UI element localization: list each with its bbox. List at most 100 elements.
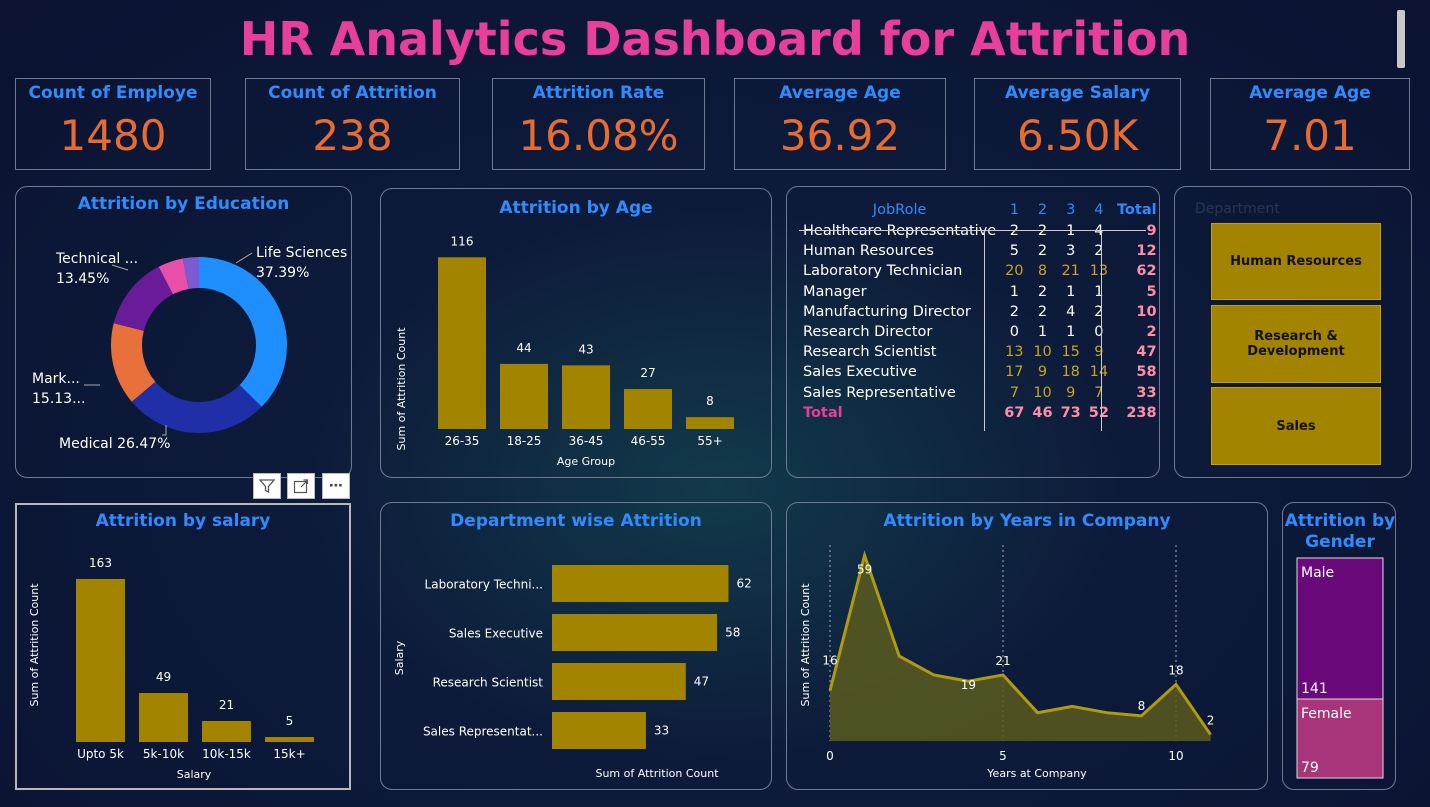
- matrix-header[interactable]: 2: [1028, 199, 1056, 221]
- matrix-column-divider: [984, 231, 985, 431]
- bar[interactable]: [552, 614, 718, 651]
- bar[interactable]: [552, 712, 646, 749]
- matrix-cell: 2: [1009, 223, 1019, 240]
- more-options-icon[interactable]: ⋯: [322, 473, 350, 499]
- slicer-item-sales[interactable]: Sales: [1211, 387, 1381, 465]
- matrix-row: Manufacturing Director 2 2 4 2 10: [799, 302, 1161, 322]
- kpi-value: 36.92: [779, 111, 901, 160]
- focus-mode-icon[interactable]: [287, 473, 315, 499]
- point-value-label: 59: [857, 562, 872, 576]
- matrix-cell: 46: [1032, 404, 1053, 421]
- gender-treemap: Male 141 Female 79: [1296, 557, 1384, 779]
- matrix-row-total: 33: [1136, 384, 1157, 401]
- age-bar-chart: Sum of Attrition Count Age Group 116 26-3…: [395, 234, 734, 468]
- matrix-cell: 9: [1094, 344, 1104, 361]
- matrix-column-divider: [1101, 231, 1102, 431]
- edu-label-life-sciences: Life Sciences 37.39%: [256, 245, 347, 281]
- kpi-average-years: Average Age 7.01: [1210, 78, 1410, 170]
- bar[interactable]: [202, 721, 251, 742]
- donut-slice[interactable]: [131, 381, 262, 433]
- bar-value-label: 163: [89, 556, 112, 570]
- edu-label-medical: Medical 26.47%: [59, 436, 170, 452]
- bar[interactable]: [76, 579, 125, 742]
- x-tick-label: 5k-10k: [143, 747, 184, 761]
- bar[interactable]: [265, 737, 314, 742]
- bar[interactable]: [552, 565, 729, 602]
- bar-value-label: 62: [736, 577, 751, 591]
- bar[interactable]: [552, 663, 686, 700]
- department-y-axis-label: Salary: [393, 640, 406, 675]
- bar-value-label: 43: [578, 342, 593, 356]
- filter-icon[interactable]: [253, 473, 281, 499]
- matrix-row-label: Total: [803, 404, 843, 421]
- slicer-item-human-resources[interactable]: Human Resources: [1211, 223, 1381, 300]
- department-bar-chart: Salary Sum of Attrition Count 62 Laborato…: [393, 565, 752, 780]
- kpi-value: 1480: [59, 111, 167, 160]
- x-tick-label: 26-35: [445, 434, 480, 448]
- matrix-cell: 2: [1009, 303, 1019, 320]
- matrix-row: Laboratory Technician 20 8 21 13 62: [799, 261, 1161, 281]
- kpi-label: Count of Employe: [28, 83, 198, 103]
- matrix-row: Human Resources 5 2 3 2 12: [799, 241, 1161, 261]
- x-tick-label: 15k+: [273, 747, 305, 761]
- matrix-cell: 52: [1088, 404, 1109, 421]
- x-tick-label: 5: [999, 749, 1007, 763]
- x-tick-label: 36-45: [569, 434, 604, 448]
- bar-value-label: 44: [516, 341, 531, 355]
- bar[interactable]: [562, 365, 610, 429]
- matrix-cell: 1: [1009, 283, 1019, 300]
- matrix-header[interactable]: JobRole: [799, 199, 1000, 221]
- kpi-label: Average Age: [779, 83, 901, 103]
- bar[interactable]: [139, 693, 188, 742]
- kpi-value: 7.01: [1263, 111, 1357, 160]
- x-tick-label: 10: [1168, 749, 1183, 763]
- bar-value-label: 33: [654, 724, 669, 738]
- kpi-attrition-rate: Attrition Rate 16.08%: [492, 78, 705, 170]
- matrix-cell: 7: [1094, 384, 1104, 401]
- matrix-header[interactable]: Total: [1113, 199, 1161, 221]
- y-tick-label: Laboratory Techni...: [425, 578, 543, 592]
- x-tick-label: 46-55: [631, 434, 666, 448]
- matrix-cell: 73: [1060, 404, 1081, 421]
- bar[interactable]: [438, 257, 486, 429]
- slicer-header: Department: [1195, 201, 1280, 217]
- matrix-header[interactable]: 4: [1085, 199, 1113, 221]
- matrix-cell: 13: [1089, 263, 1109, 280]
- salary-bar-chart: Sum of Attrition Count Salary 163 Upto 5k…: [28, 556, 314, 781]
- matrix-row-total: 9: [1146, 223, 1157, 240]
- dashboard-title: HR Analytics Dashboard for Attrition: [239, 12, 1191, 66]
- matrix-row-total: 58: [1136, 364, 1157, 381]
- matrix-row-label: Laboratory Technician: [803, 263, 963, 280]
- years-panel: Attrition by Years in Company Sum of Att…: [786, 502, 1268, 790]
- matrix-cell: 15: [1061, 344, 1080, 361]
- years-area-chart: Sum of Attrition Count Years at Company …: [799, 545, 1214, 780]
- kpi-value: 16.08%: [518, 111, 679, 160]
- department-slicer: Department Human Resources Research & De…: [1174, 186, 1412, 478]
- area-fill: [830, 555, 1211, 741]
- y-tick-label: Sales Executive: [449, 627, 543, 641]
- gender-panel: Attrition by Gender Male 141 Female 79: [1282, 502, 1396, 790]
- department-x-axis-label: Sum of Attrition Count: [595, 767, 719, 780]
- bar[interactable]: [500, 363, 548, 429]
- slicer-item-research-development[interactable]: Research & Development: [1211, 305, 1381, 383]
- matrix-cell: 4: [1094, 223, 1104, 240]
- matrix-cell: 2: [1094, 303, 1104, 320]
- matrix-row-label: Human Resources: [803, 243, 934, 260]
- y-tick-label: Sales Representat...: [423, 725, 543, 739]
- matrix-row-total: 10: [1136, 303, 1157, 320]
- matrix-header[interactable]: 3: [1057, 199, 1085, 221]
- x-tick-label: 10k-15k: [202, 747, 251, 761]
- scrollbar[interactable]: [1397, 10, 1405, 68]
- matrix-cell: 2: [1037, 283, 1048, 300]
- bar-value-label: 27: [640, 366, 655, 380]
- salary-panel[interactable]: Attrition by salary Sum of Attrition Cou…: [15, 503, 351, 790]
- matrix-header[interactable]: 1: [1000, 199, 1028, 221]
- bar[interactable]: [686, 417, 734, 429]
- matrix-cell: 9: [1037, 364, 1048, 381]
- matrix-cell: 1: [1066, 324, 1076, 341]
- bar[interactable]: [624, 389, 672, 429]
- education-panel: Attrition by Education Life Sciences 37.3…: [15, 186, 352, 478]
- matrix-header-row: JobRole 1 2 3 4 Total: [799, 199, 1161, 221]
- matrix-cell: 3: [1066, 243, 1076, 260]
- matrix-cell: 1: [1066, 223, 1076, 240]
